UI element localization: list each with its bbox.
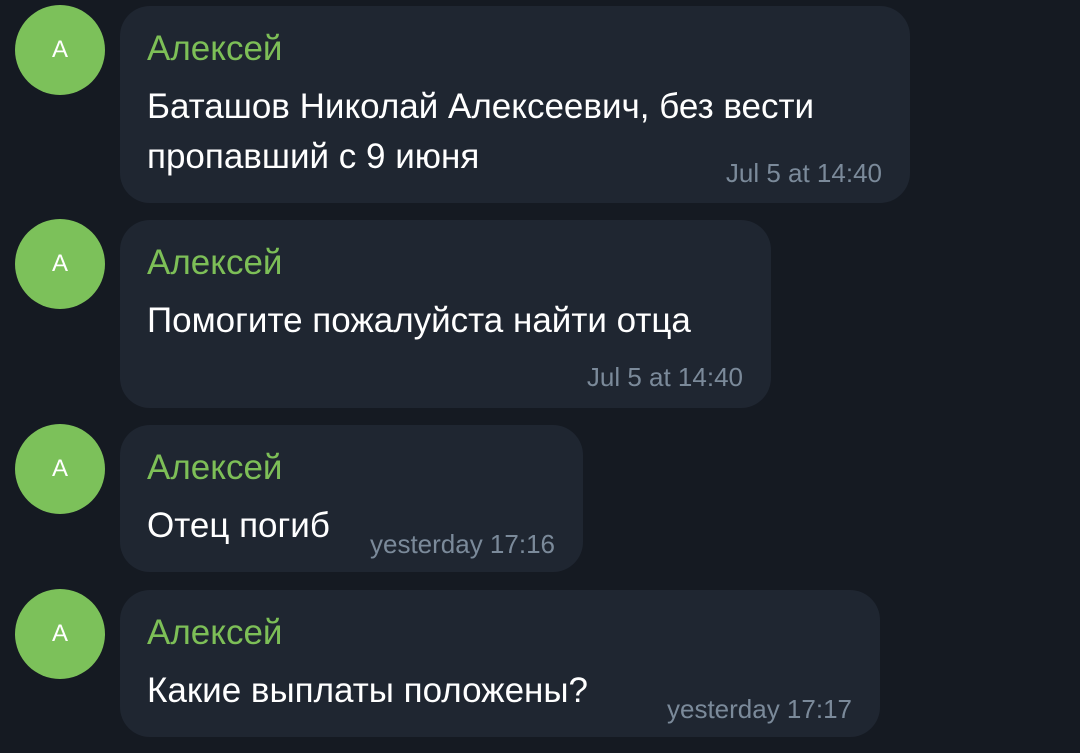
message-bubble[interactable]: Алексей Отец погиб yesterday 17:16	[120, 425, 583, 572]
message-timestamp: yesterday 17:16	[369, 529, 555, 559]
avatar[interactable]: А	[15, 424, 105, 514]
sender-name[interactable]: Алексей	[147, 612, 282, 654]
message-text[interactable]: Баташов Николай Алексеевич, без вести пр…	[147, 82, 814, 182]
message-line: Баташов Николай Алексеевич, без вести	[147, 87, 815, 126]
sender-name[interactable]: Алексей	[147, 447, 282, 489]
message-timestamp: Jul 5 at 14:40	[586, 362, 743, 392]
avatar[interactable]: А	[15, 219, 105, 309]
message-text[interactable]: Какие выплаты положены?	[147, 666, 588, 716]
message-bubble[interactable]: Алексей Помогите пожалуйста найти отца J…	[120, 220, 771, 408]
message-text[interactable]: Помогите пожалуйста найти отца	[147, 296, 691, 346]
message-bubble[interactable]: Алексей Какие выплаты положены? yesterda…	[120, 590, 880, 737]
avatar-letter: А	[51, 455, 68, 482]
message-timestamp: Jul 5 at 14:40	[725, 158, 882, 188]
message-bubble[interactable]: Алексей Баташов Николай Алексеевич, без …	[120, 6, 910, 203]
message-timestamp: yesterday 17:17	[666, 694, 852, 724]
avatar-letter: А	[51, 620, 68, 647]
avatar-letter: А	[51, 36, 68, 63]
avatar[interactable]: А	[15, 589, 105, 679]
message-line: Помогите пожалуйста найти отца	[147, 301, 691, 340]
sender-name[interactable]: Алексей	[147, 28, 282, 70]
avatar-letter: А	[51, 250, 68, 277]
message-line: Какие выплаты положены?	[147, 671, 589, 710]
message-text[interactable]: Отец погиб	[147, 501, 330, 551]
message-line: Отец погиб	[147, 506, 330, 545]
message-line: пропавший с 9 июня	[147, 137, 480, 176]
sender-name[interactable]: Алексей	[147, 242, 282, 284]
avatar[interactable]: А	[15, 5, 105, 95]
